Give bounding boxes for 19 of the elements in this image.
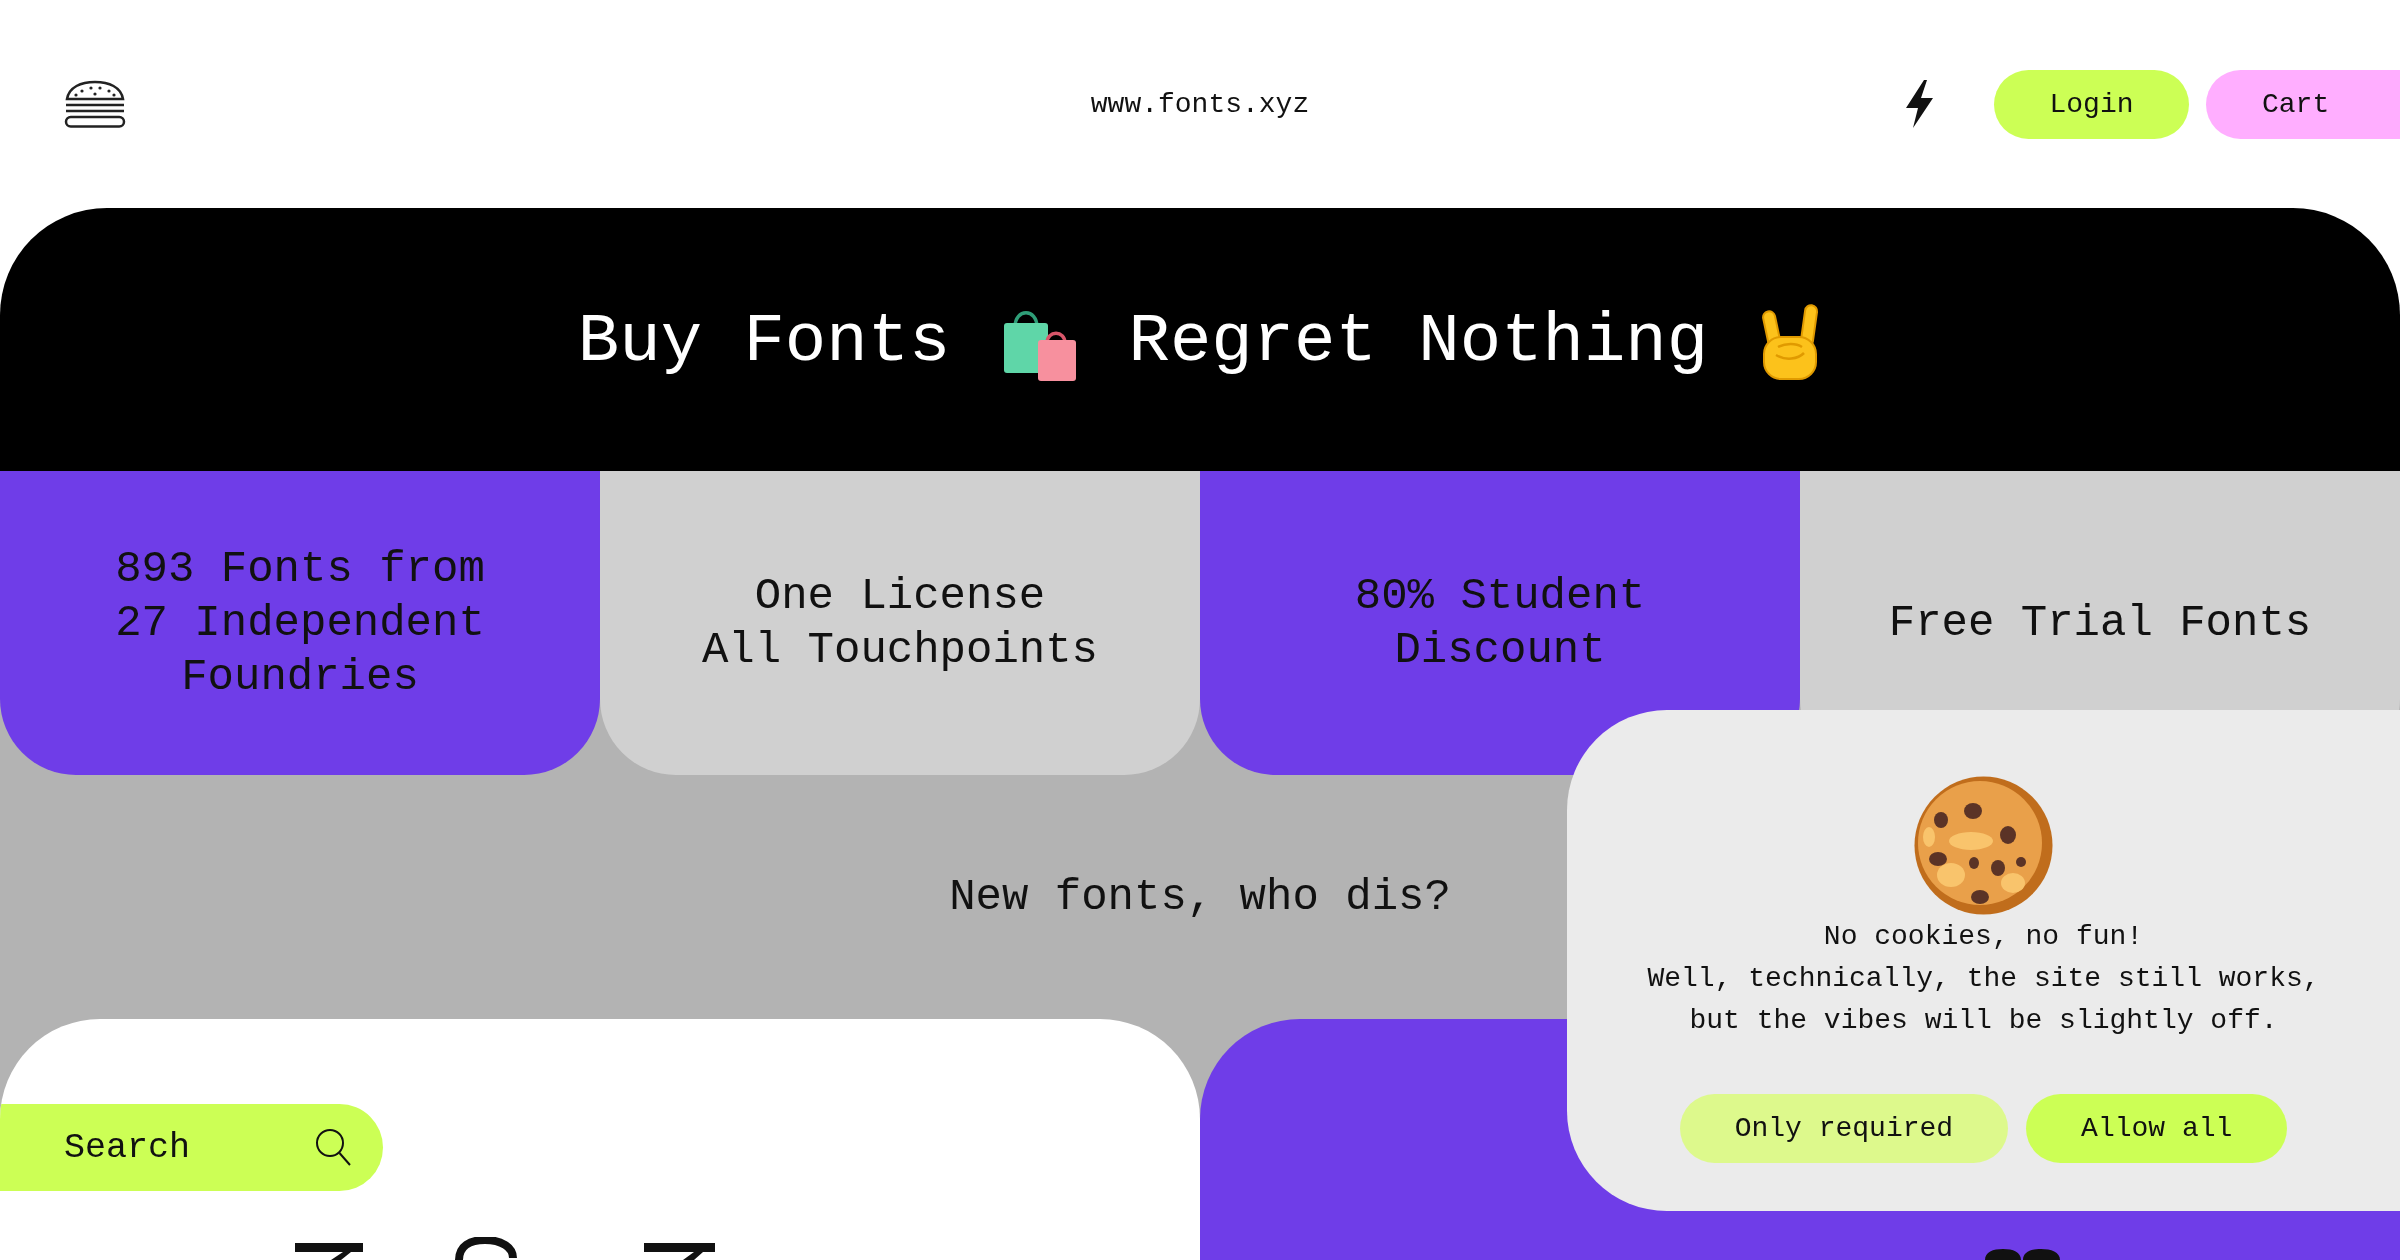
cookie-icon [1913,775,2054,916]
feature-text: Free Trial Fonts [1888,597,2312,650]
search-icon[interactable] [314,1127,352,1167]
headline-text: Buy Fonts [577,302,951,381]
consent-button[interactable]: Allow all [2026,1094,2288,1163]
cart-button[interactable]: Cart [2206,69,2400,139]
login-button[interactable]: Login [1994,69,2189,139]
feature-text: One License All Touchpoints [701,570,1099,677]
site-logo[interactable]: www.fonts.xyz [1090,88,1310,120]
tagline: New fonts, who dis? [949,872,1451,922]
consent-button[interactable]: Only required [1679,1094,2009,1163]
cookie-title: No cookies, no fun! [1823,920,2144,954]
search-field[interactable]: Search [0,1104,383,1191]
lightning-icon[interactable] [1904,80,1935,128]
cookie-message: Well, technically, the site still works, but the vibes will be slightly off. [1646,962,2321,1038]
headline-text: Regret Nothing [1128,302,1709,381]
burger-icon[interactable] [64,80,126,128]
feature-text: 893 Fonts from 27 Independent Foundries [115,543,485,704]
feature-text: 80% Student Discount [1354,570,1646,677]
